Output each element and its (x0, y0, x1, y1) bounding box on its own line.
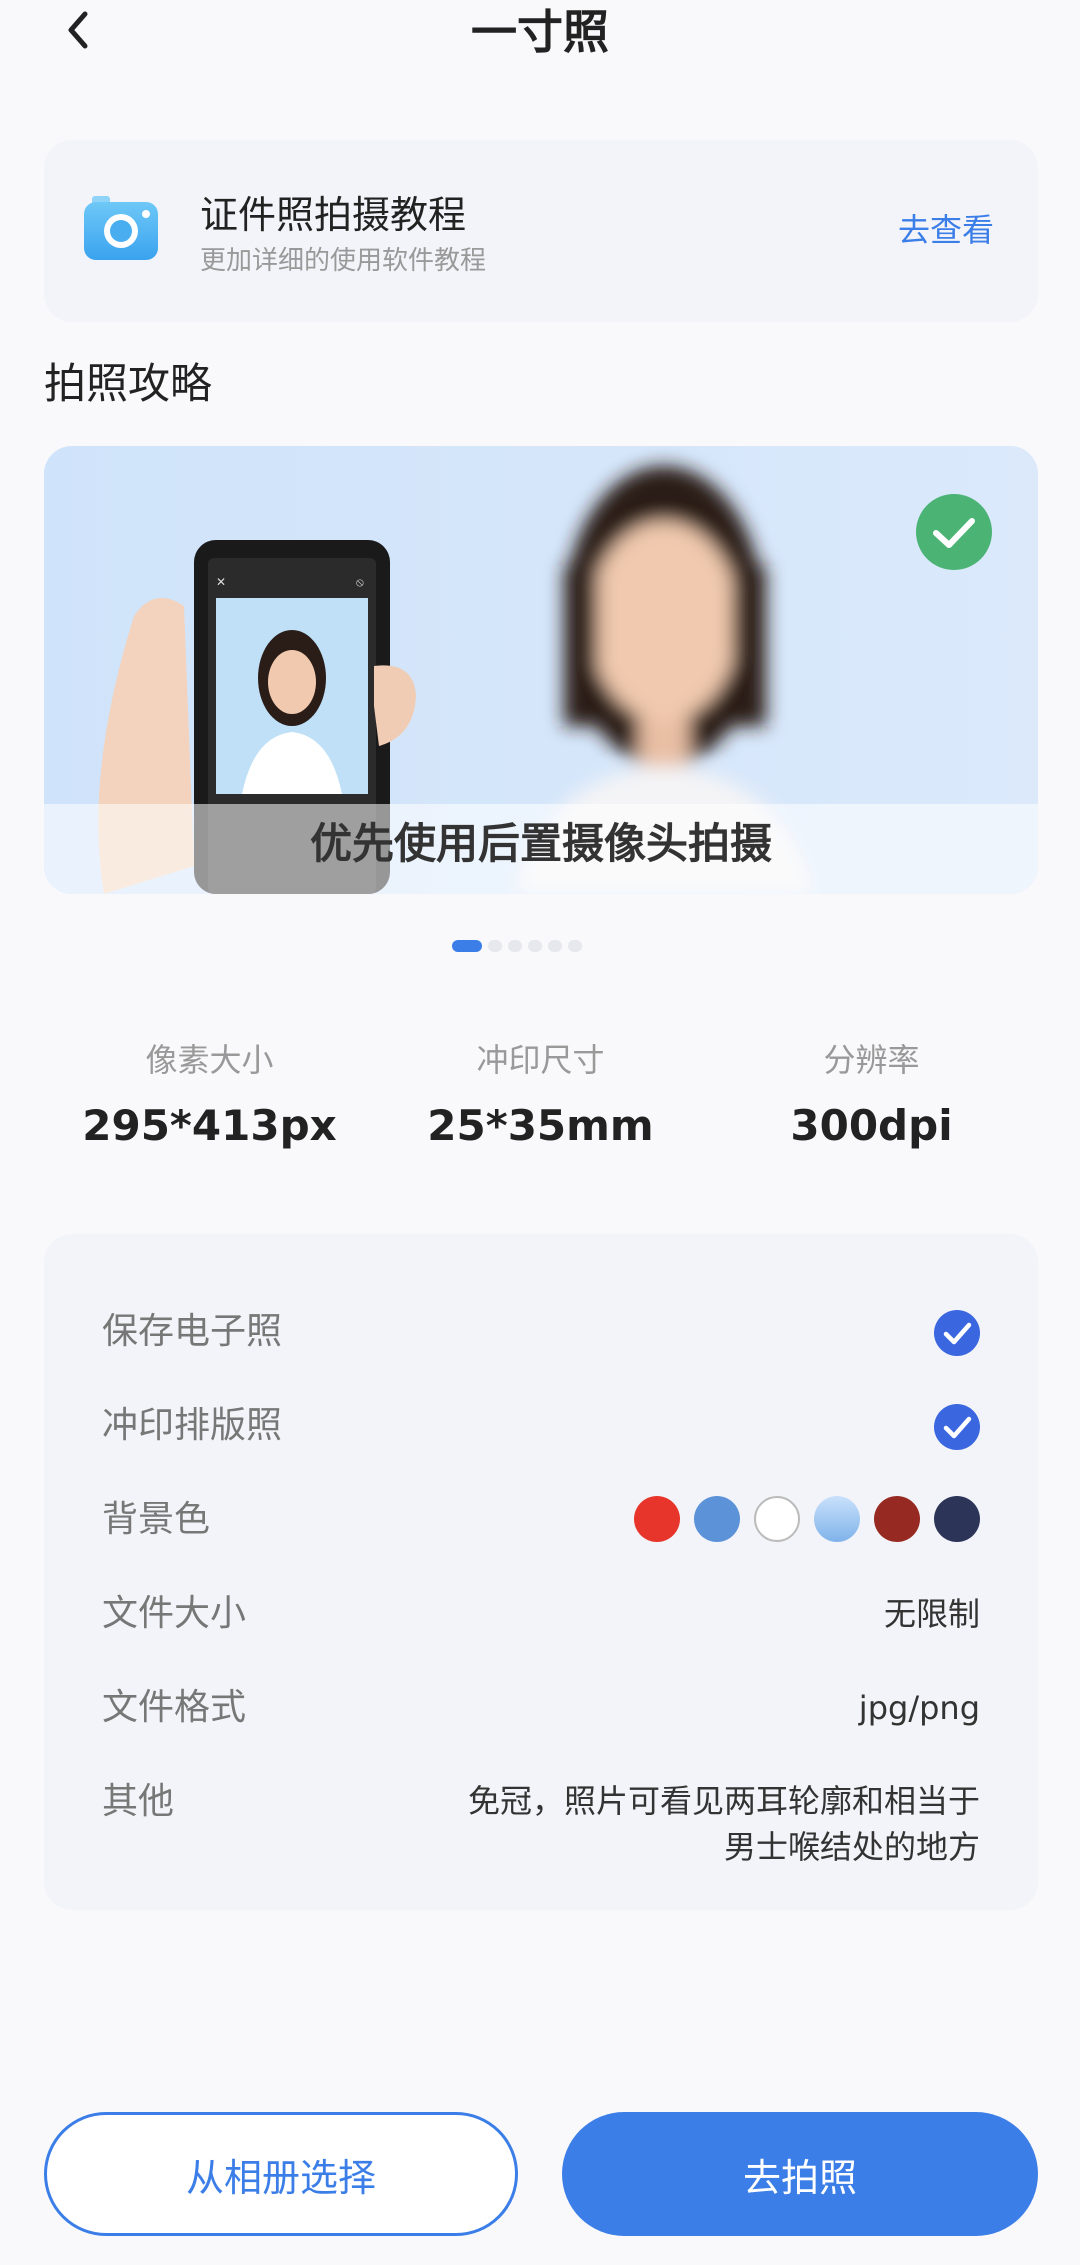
option-label: 文件格式 (102, 1687, 247, 1728)
option-label: 其他 (102, 1781, 175, 1822)
swatch-blue[interactable] (694, 1496, 740, 1542)
carousel-dot-3[interactable] (508, 940, 522, 952)
option-save-digital: 保存电子照 (102, 1302, 980, 1362)
spec-value: 25*35mm (427, 1101, 654, 1150)
swatch-dark-red[interactable] (874, 1496, 920, 1542)
spec-value: 300dpi (790, 1101, 953, 1150)
carousel-indicator (452, 940, 628, 952)
tutorial-title: 证件照拍摄教程 (200, 193, 467, 237)
color-swatches (634, 1496, 980, 1542)
slide-caption: 优先使用后置摄像头拍摄 (309, 819, 772, 868)
swatch-gradient-blue[interactable] (814, 1496, 860, 1542)
guide-carousel-slide[interactable]: ✕ ⦸ 优先使用后置摄像头拍摄 (44, 446, 1038, 894)
svg-text:⦸: ⦸ (356, 575, 364, 589)
option-value: jpg/png (858, 1689, 980, 1727)
swatch-white[interactable] (754, 1496, 800, 1542)
swatch-red[interactable] (634, 1496, 680, 1542)
carousel-dot-2[interactable] (488, 940, 502, 952)
spec-value: 295*413px (82, 1101, 337, 1150)
photo-options-card: 保存电子照 冲印排版照 背景色 文件大小 无限制 文件格式 jpg/png 其他 (44, 1234, 1038, 1910)
option-file-format: 文件格式 jpg/png (102, 1678, 980, 1738)
spec-label: 分辨率 (823, 1041, 920, 1079)
carousel-dot-1[interactable] (452, 940, 482, 952)
top-bar: 一寸照 (0, 0, 1080, 70)
spec-print-size: 冲印尺寸 25*35mm (375, 1038, 706, 1154)
section-title-guide: 拍照攻略 (44, 359, 213, 408)
spec-pixel-size: 像素大小 295*413px (44, 1038, 375, 1154)
option-value-line: 免冠，照片可看见两耳轮廓和相当于 (467, 1782, 980, 1820)
spec-resolution: 分辨率 300dpi (706, 1038, 1037, 1154)
tutorial-subtitle: 更加详细的使用软件教程 (200, 246, 487, 276)
page-title: 一寸照 (471, 5, 609, 59)
choose-from-album-button[interactable]: 从相册选择 (44, 2112, 518, 2236)
tutorial-card[interactable]: 证件照拍摄教程 更加详细的使用软件教程 去查看 (44, 140, 1038, 322)
option-file-size: 文件大小 无限制 (102, 1584, 980, 1644)
camera-icon (84, 196, 158, 260)
spec-label: 像素大小 (145, 1041, 274, 1079)
option-value: 免冠，照片可看见两耳轮廓和相当于 男士喉结处的地方 (400, 1778, 980, 1870)
carousel-dot-6[interactable] (568, 940, 582, 952)
photo-specs: 像素大小 295*413px 冲印尺寸 25*35mm 分辨率 300dpi (44, 1038, 1038, 1158)
option-label: 文件大小 (102, 1593, 247, 1634)
option-value: 无限制 (883, 1595, 980, 1633)
swatch-navy[interactable] (934, 1496, 980, 1542)
spec-label: 冲印尺寸 (476, 1041, 605, 1079)
carousel-dot-5[interactable] (548, 940, 562, 952)
check-circle-icon (916, 494, 992, 570)
option-value-line: 男士喉结处的地方 (723, 1828, 980, 1866)
svg-text:✕: ✕ (216, 575, 226, 589)
option-label: 冲印排版照 (102, 1405, 283, 1446)
option-background-color: 背景色 (102, 1490, 980, 1550)
option-label: 保存电子照 (102, 1311, 283, 1352)
option-label: 背景色 (102, 1499, 211, 1540)
option-other: 其他 免冠，照片可看见两耳轮廓和相当于 男士喉结处的地方 (102, 1772, 980, 1872)
checked-checkbox-icon[interactable] (934, 1404, 980, 1450)
take-photo-button[interactable]: 去拍照 (562, 2112, 1038, 2236)
view-tutorial-link[interactable]: 去查看 (898, 210, 994, 250)
checked-checkbox-icon[interactable] (934, 1310, 980, 1356)
option-print-layout: 冲印排版照 (102, 1396, 980, 1456)
carousel-dot-4[interactable] (528, 940, 542, 952)
